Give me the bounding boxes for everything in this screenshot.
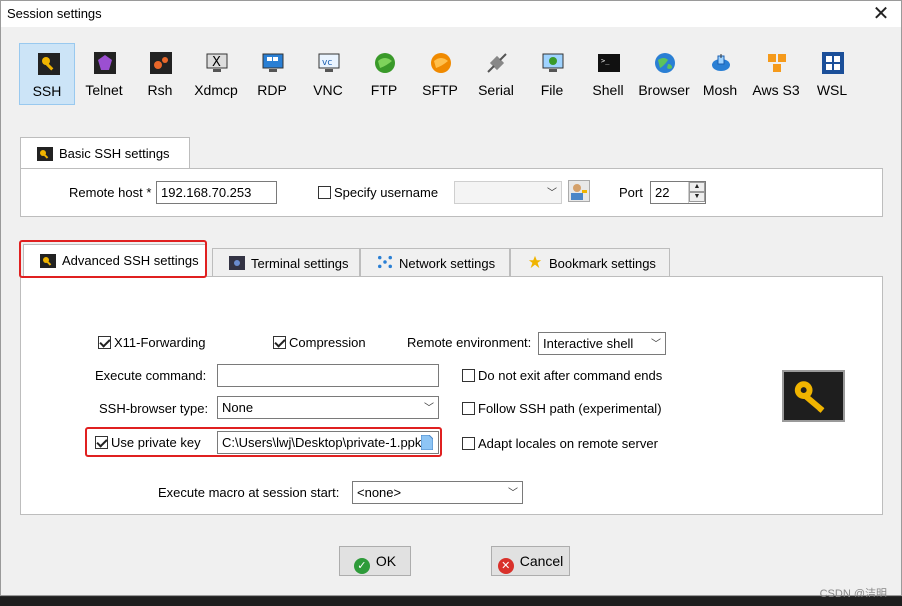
session-type-wsl[interactable]: WSL bbox=[804, 43, 860, 105]
do-not-exit-checkbox[interactable] bbox=[462, 369, 475, 382]
session-type-file[interactable]: File bbox=[524, 43, 580, 105]
spin-down-icon[interactable]: ▼ bbox=[689, 192, 705, 202]
basic-ssh-panel: Remote host * 192.168.70.253 Specify use… bbox=[20, 168, 883, 217]
remote-environment-select[interactable]: Interactive shell ﹀ bbox=[538, 332, 666, 355]
session-type-aws-s3[interactable]: Aws S3 bbox=[748, 43, 804, 105]
execute-command-input[interactable] bbox=[217, 364, 439, 387]
compression-label: Compression bbox=[289, 335, 366, 350]
x11-forwarding-label: X11-Forwarding bbox=[114, 335, 206, 350]
shell-terminal-icon: >_ bbox=[598, 54, 620, 72]
title-bar: Session settings ✕ bbox=[1, 1, 901, 27]
session-type-sftp[interactable]: SFTP bbox=[412, 43, 468, 105]
chevron-down-icon: ﹀ bbox=[508, 488, 518, 499]
follow-ssh-path-label: Follow SSH path (experimental) bbox=[478, 401, 662, 416]
session-type-vnc[interactable]: vc VNC bbox=[300, 43, 356, 105]
cancel-button[interactable]: ✕ Cancel bbox=[491, 546, 570, 576]
background-console-strip bbox=[0, 597, 902, 606]
execute-macro-label: Execute macro at session start: bbox=[158, 485, 340, 500]
user-icon bbox=[571, 184, 587, 200]
session-type-xdmcp[interactable]: X Xdmcp bbox=[188, 43, 244, 105]
checkmark-icon: ✓ bbox=[353, 558, 370, 574]
specify-username-checkbox[interactable] bbox=[318, 186, 331, 199]
key-icon bbox=[794, 381, 825, 413]
port-label: Port bbox=[619, 185, 643, 200]
session-type-serial[interactable]: Serial bbox=[468, 43, 524, 105]
execute-command-label: Execute command: bbox=[95, 368, 207, 383]
session-type-browser[interactable]: Browser bbox=[636, 43, 692, 105]
network-icon bbox=[378, 255, 392, 269]
window-title: Session settings bbox=[7, 6, 102, 21]
serial-plug-icon bbox=[487, 53, 507, 73]
spin-up-icon[interactable]: ▲ bbox=[689, 182, 705, 192]
adapt-locales-checkbox[interactable] bbox=[462, 437, 475, 450]
execute-macro-select[interactable]: <none> ﹀ bbox=[352, 481, 523, 504]
adapt-locales-label: Adapt locales on remote server bbox=[478, 436, 658, 451]
windows-icon bbox=[822, 52, 844, 74]
ssh-browser-type-select[interactable]: None ﹀ bbox=[217, 396, 439, 419]
port-spinner[interactable]: ▲ ▼ bbox=[688, 182, 705, 203]
svg-text:>_: >_ bbox=[601, 57, 610, 65]
ok-button[interactable]: ✓ OK bbox=[339, 546, 411, 576]
key-icon bbox=[37, 147, 53, 161]
key-icon bbox=[38, 53, 60, 75]
session-type-rsh[interactable]: Rsh bbox=[132, 43, 188, 105]
terminal-icon bbox=[229, 256, 245, 270]
session-type-shell[interactable]: >_ Shell bbox=[580, 43, 636, 105]
remote-host-input[interactable]: 192.168.70.253 bbox=[156, 181, 277, 204]
session-type-ftp[interactable]: FTP bbox=[356, 43, 412, 105]
highlight-private-key-row bbox=[85, 427, 442, 457]
svg-text:X: X bbox=[212, 55, 221, 70]
port-input[interactable]: 22 ▲ ▼ bbox=[650, 181, 706, 204]
chevron-down-icon: ﹀ bbox=[424, 403, 434, 414]
session-type-telnet[interactable]: Telnet bbox=[76, 43, 132, 105]
browser-globe-icon bbox=[655, 53, 675, 73]
remote-host-label: Remote host * bbox=[69, 185, 152, 200]
xdmcp-icon: X bbox=[206, 53, 228, 72]
ftp-globe-icon bbox=[375, 53, 395, 73]
user-manager-button[interactable] bbox=[568, 180, 590, 202]
tab-terminal-settings[interactable]: Terminal settings bbox=[212, 248, 360, 276]
follow-ssh-path-checkbox[interactable] bbox=[462, 402, 475, 415]
rsh-icon bbox=[150, 52, 172, 74]
compression-checkbox[interactable] bbox=[273, 336, 286, 349]
session-type-ssh[interactable]: SSH bbox=[19, 43, 75, 105]
chevron-down-icon: ﹀ bbox=[547, 188, 557, 199]
highlight-advanced-tab bbox=[19, 240, 207, 278]
aws-cubes-icon bbox=[768, 54, 786, 72]
tab-basic-ssh-settings[interactable]: Basic SSH settings bbox=[20, 137, 190, 169]
tab-network-settings[interactable]: Network settings bbox=[360, 248, 510, 276]
vnc-icon: vc bbox=[318, 53, 340, 72]
session-type-toolbar: SSH Telnet Rsh X Xdmcp RDP vc VNC FTP SF… bbox=[19, 43, 889, 105]
ssh-browser-type-label: SSH-browser type: bbox=[99, 401, 209, 416]
do-not-exit-label: Do not exit after command ends bbox=[478, 368, 663, 383]
svg-text:vc: vc bbox=[322, 58, 332, 68]
chevron-down-icon: ﹀ bbox=[651, 339, 661, 350]
specify-username-label: Specify username bbox=[334, 185, 439, 200]
session-settings-dialog: Session settings ✕ SSH Telnet Rsh X Xdmc… bbox=[0, 0, 902, 600]
telnet-icon bbox=[94, 52, 116, 74]
close-icon[interactable]: ✕ bbox=[871, 2, 891, 26]
session-type-mosh[interactable]: Mosh bbox=[692, 43, 748, 105]
remote-environment-label: Remote environment: bbox=[407, 335, 532, 350]
satellite-icon bbox=[712, 54, 730, 71]
file-monitor-icon bbox=[542, 53, 564, 72]
session-type-rdp[interactable]: RDP bbox=[244, 43, 300, 105]
star-icon bbox=[528, 255, 542, 269]
username-combo[interactable]: ﹀ bbox=[454, 181, 562, 204]
advanced-ssh-panel: X11-Forwarding Compression Remote enviro… bbox=[20, 276, 883, 515]
ssh-key-image bbox=[782, 370, 845, 422]
tab-bookmark-settings[interactable]: Bookmark settings bbox=[510, 248, 670, 276]
sftp-globe-icon bbox=[431, 53, 451, 73]
x11-forwarding-checkbox[interactable] bbox=[98, 336, 111, 349]
rdp-icon bbox=[262, 53, 284, 72]
cancel-x-icon: ✕ bbox=[497, 558, 514, 574]
